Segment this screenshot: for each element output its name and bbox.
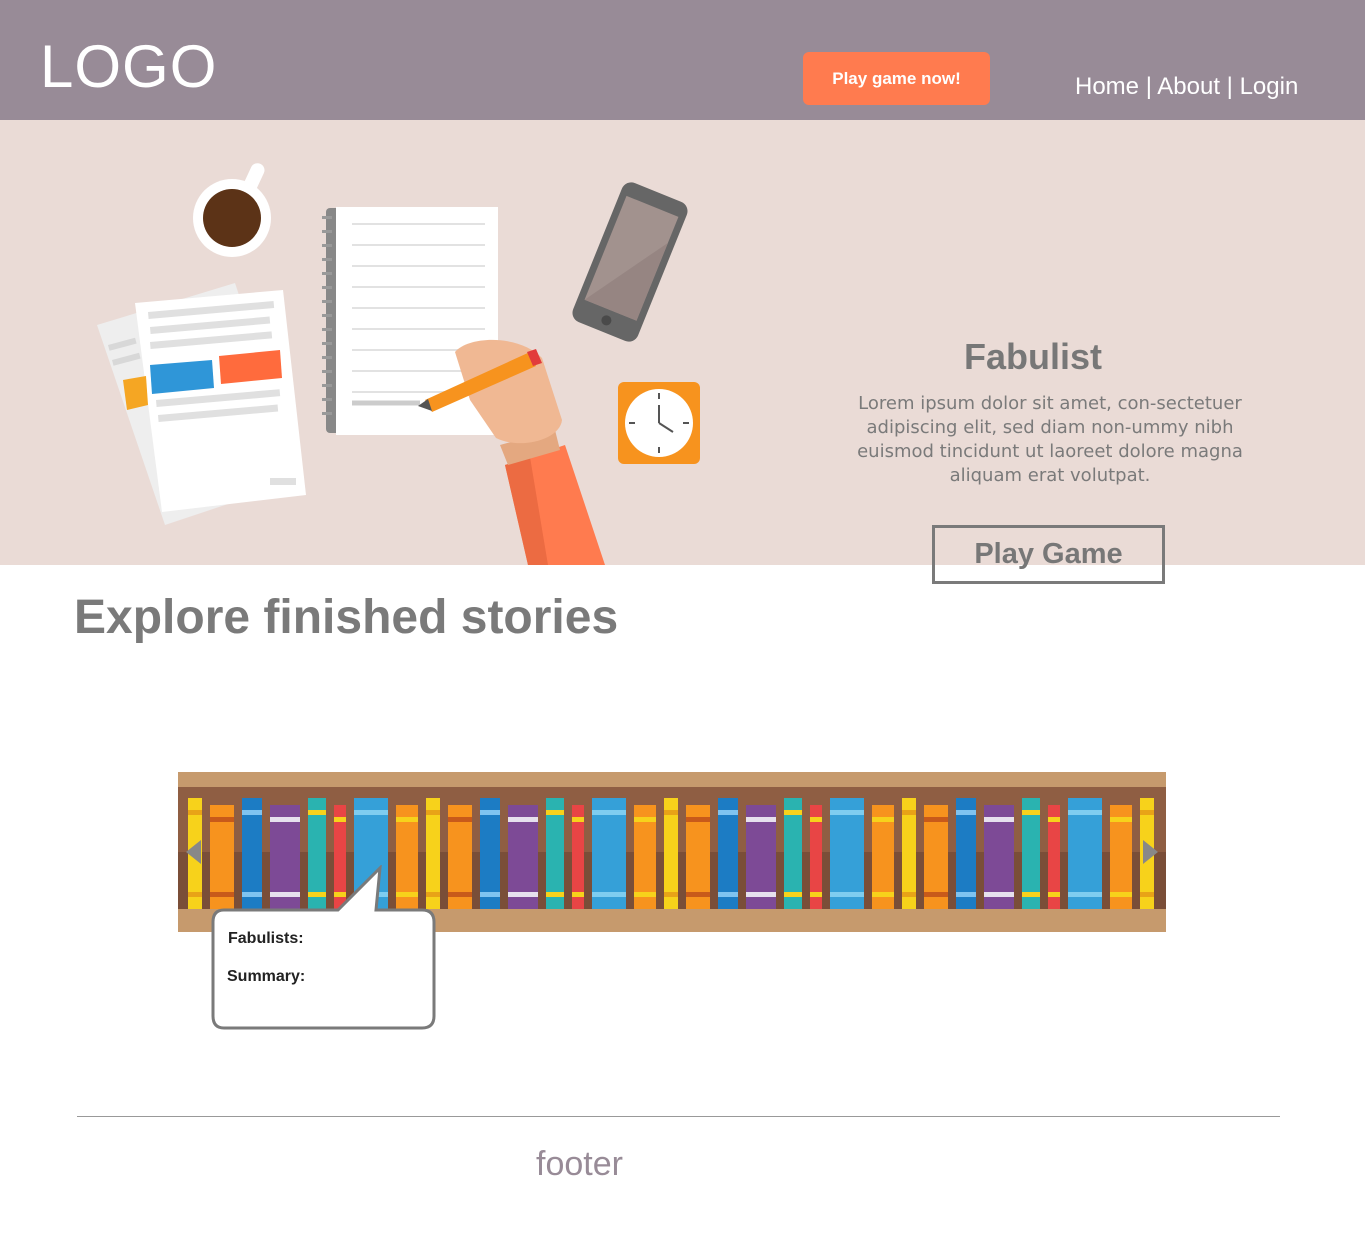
book-band [1140, 810, 1154, 815]
book-band [686, 817, 710, 822]
nav-menu: Home | About | Login [1075, 73, 1298, 101]
book-band [508, 892, 538, 897]
book-band [872, 892, 894, 897]
book-band [1022, 892, 1040, 897]
nav-separator: | [1226, 73, 1233, 100]
book-band [354, 810, 388, 815]
explore-heading: Explore finished stories [74, 591, 619, 644]
fabulists-label: Fabulists: [228, 930, 304, 947]
documents-icon [97, 283, 306, 525]
book-band [188, 810, 202, 815]
book-band [480, 810, 500, 815]
book-band [1048, 817, 1060, 822]
book-band [956, 810, 976, 815]
book-band [334, 817, 346, 822]
book-band [448, 892, 472, 897]
book-band [984, 817, 1014, 822]
book-band [546, 810, 564, 815]
footer-divider [77, 1116, 1280, 1117]
book-band [746, 817, 776, 822]
book-band [872, 817, 894, 822]
book-band [242, 810, 262, 815]
book-band [664, 810, 678, 815]
book-band [448, 817, 472, 822]
book-band [784, 892, 802, 897]
book-band [686, 892, 710, 897]
logo[interactable]: LOGO [40, 32, 217, 102]
book-band [902, 810, 916, 815]
book-band [426, 810, 440, 815]
header: LOGO Play game now! Home | About | Login [0, 0, 1365, 120]
book-band [634, 892, 656, 897]
nav-separator: | [1145, 73, 1152, 100]
book-band [1068, 892, 1102, 897]
book-band [546, 892, 564, 897]
book-band [1068, 810, 1102, 815]
hero-description: Lorem ipsum dolor sit amet, con-sectetue… [857, 393, 1243, 486]
smartphone-icon [572, 182, 688, 342]
book-band [718, 810, 738, 815]
book-band [634, 817, 656, 822]
book-band [746, 892, 776, 897]
play-game-now-button[interactable]: Play game now! [803, 52, 990, 105]
book-band [396, 817, 418, 822]
book-band [830, 892, 864, 897]
book-band [308, 810, 326, 815]
nav-login-link[interactable]: Login [1240, 73, 1299, 100]
book-band [984, 892, 1014, 897]
book-band [592, 892, 626, 897]
book-band [664, 892, 678, 897]
hero-banner: Fabulist Lorem ipsum dolor sit amet, con… [0, 120, 1365, 584]
book-band [1110, 817, 1132, 822]
footer-text: footer [536, 1145, 623, 1183]
book-band [1022, 810, 1040, 815]
book-band [480, 892, 500, 897]
book-band [718, 892, 738, 897]
hero-title: Fabulist [963, 336, 1102, 377]
book-band [572, 817, 584, 822]
book-band [784, 810, 802, 815]
book-band [572, 892, 584, 897]
clock-icon [618, 382, 700, 464]
coffee-cup-icon [193, 163, 271, 257]
book-band [270, 817, 300, 822]
book-band [508, 817, 538, 822]
story-tooltip-bubble [211, 865, 436, 1030]
book-band [188, 892, 202, 897]
book-band [902, 892, 916, 897]
book-band [592, 810, 626, 815]
book-band [956, 892, 976, 897]
summary-label: Summary: [227, 968, 306, 985]
book-band [810, 892, 822, 897]
nav-about-link[interactable]: About [1157, 73, 1220, 100]
book-band [1110, 892, 1132, 897]
book-band [924, 892, 948, 897]
book-band [830, 810, 864, 815]
book-band [810, 817, 822, 822]
book-band [924, 817, 948, 822]
book-band [210, 817, 234, 822]
play-game-button[interactable]: Play Game [932, 525, 1165, 584]
book-band [1140, 892, 1154, 897]
hero-illustration [97, 163, 700, 565]
nav-home-link[interactable]: Home [1075, 73, 1139, 100]
book-band [1048, 892, 1060, 897]
